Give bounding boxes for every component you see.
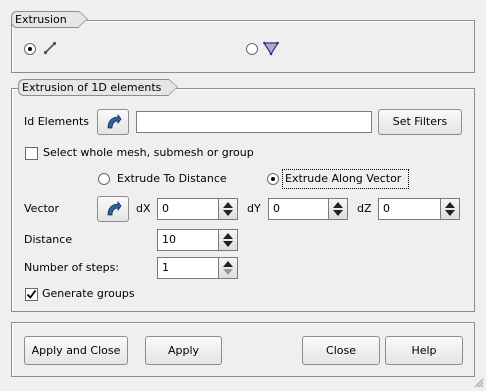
resize-grip-icon[interactable] bbox=[472, 376, 484, 388]
distance-value[interactable]: 10 bbox=[157, 229, 219, 251]
id-elements-label: Id Elements bbox=[24, 115, 89, 128]
dz-label: dZ bbox=[357, 202, 372, 215]
close-button[interactable]: Close bbox=[302, 336, 380, 365]
vector-label: Vector bbox=[24, 202, 60, 215]
distance-label: Distance bbox=[24, 233, 73, 246]
selection-arrow-icon bbox=[105, 113, 122, 134]
select-elements-button[interactable] bbox=[97, 109, 129, 135]
extrude-edges-radio[interactable] bbox=[24, 43, 36, 55]
dz-value[interactable]: 0 bbox=[378, 198, 441, 220]
dy-value[interactable]: 0 bbox=[268, 198, 329, 220]
generate-groups-checkbox[interactable] bbox=[25, 288, 38, 301]
elements-group-title: Extrusion of 1D elements bbox=[18, 79, 178, 96]
dy-spinbox[interactable]: 0 bbox=[268, 198, 348, 220]
dy-label: dY bbox=[247, 202, 261, 215]
id-elements-input[interactable] bbox=[136, 111, 372, 133]
steps-spinbox[interactable]: 1 bbox=[157, 257, 238, 279]
dx-spin-arrows[interactable] bbox=[219, 198, 238, 220]
apply-button[interactable]: Apply bbox=[145, 336, 222, 365]
generate-groups-label: Generate groups bbox=[42, 287, 135, 300]
select-whole-label: Select whole mesh, submesh or group bbox=[43, 146, 254, 159]
extrude-vector-radio[interactable] bbox=[267, 173, 279, 185]
dz-spinbox[interactable]: 0 bbox=[378, 198, 460, 220]
dx-label: dX bbox=[136, 202, 151, 215]
edge-icon bbox=[43, 41, 57, 55]
checkmark-icon bbox=[26, 289, 37, 299]
face-icon bbox=[262, 41, 280, 56]
steps-value[interactable]: 1 bbox=[157, 257, 219, 279]
dx-value[interactable]: 0 bbox=[157, 198, 219, 220]
extrude-faces-radio[interactable] bbox=[246, 43, 258, 55]
select-whole-checkbox[interactable] bbox=[25, 147, 38, 160]
help-button[interactable]: Help bbox=[385, 336, 463, 365]
extrusion-group bbox=[11, 20, 475, 73]
distance-spin-arrows[interactable] bbox=[219, 229, 238, 251]
distance-spinbox[interactable]: 10 bbox=[157, 229, 238, 251]
extrude-vector-label: Extrude Along Vector bbox=[285, 172, 402, 185]
dx-spinbox[interactable]: 0 bbox=[157, 198, 238, 220]
set-filters-button[interactable]: Set Filters bbox=[378, 109, 462, 135]
steps-label: Number of steps: bbox=[24, 261, 120, 274]
dy-spin-arrows[interactable] bbox=[329, 198, 348, 220]
extrusion-group-title: Extrusion bbox=[11, 11, 88, 28]
extrude-distance-radio[interactable] bbox=[98, 173, 110, 185]
apply-and-close-button[interactable]: Apply and Close bbox=[24, 336, 128, 365]
extrude-distance-label: Extrude To Distance bbox=[117, 172, 227, 185]
dz-spin-arrows[interactable] bbox=[441, 198, 460, 220]
selection-arrow-icon bbox=[105, 200, 122, 221]
steps-spin-arrows[interactable] bbox=[219, 257, 238, 279]
select-vector-button[interactable] bbox=[97, 196, 129, 222]
